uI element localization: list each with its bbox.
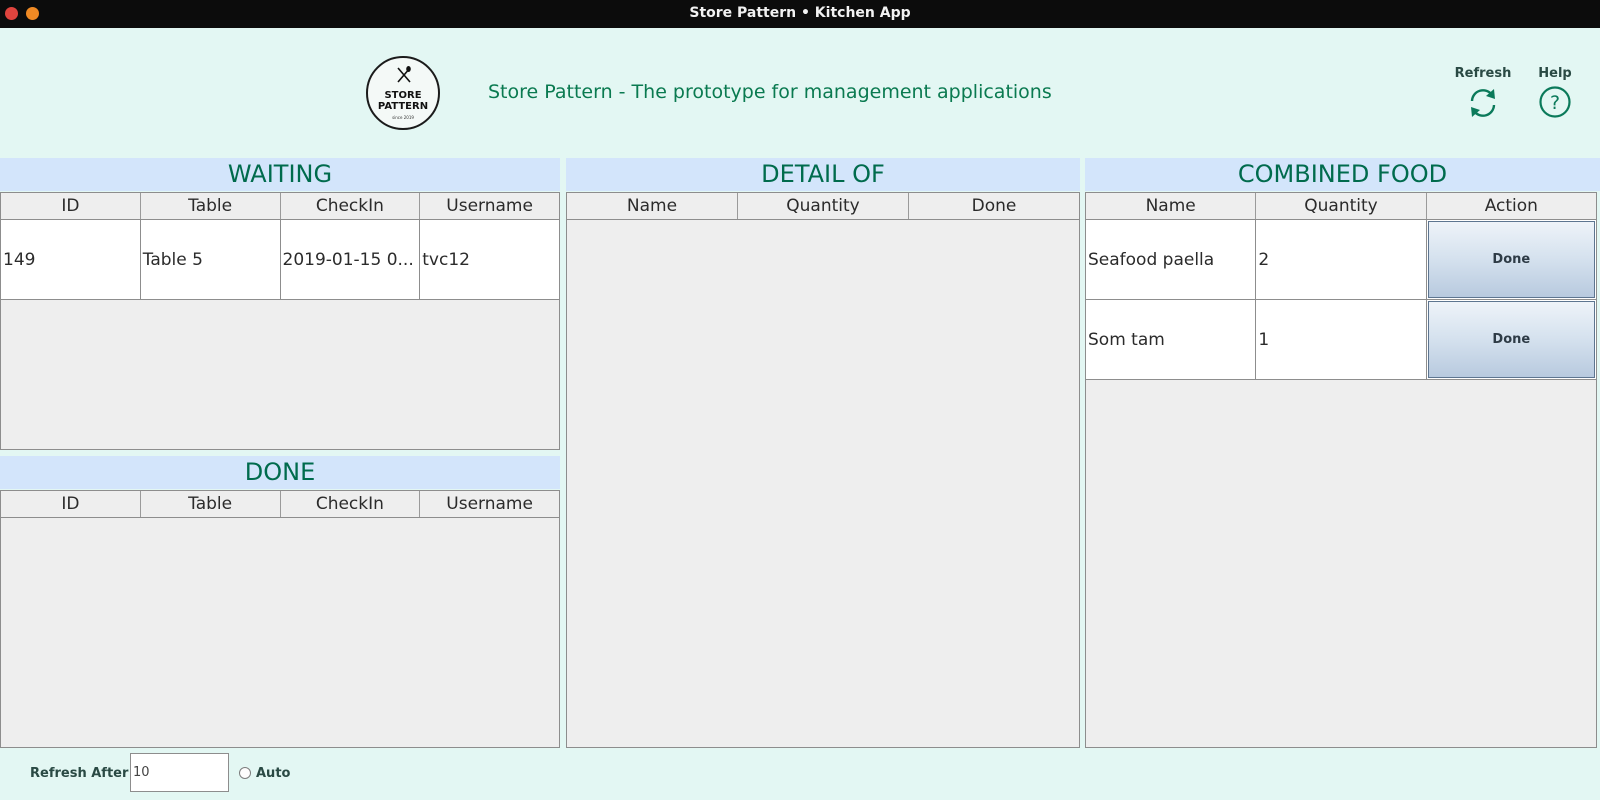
waiting-title: WAITING bbox=[0, 158, 560, 191]
cell-checkin: 2019-01-15 0... bbox=[281, 220, 421, 299]
window-titlebar: Store Pattern • Kitchen App bbox=[0, 0, 1600, 28]
svg-text:?: ? bbox=[1550, 92, 1560, 114]
help-icon: ? bbox=[1539, 86, 1571, 118]
store-logo: STORE PATTERN since 2019 bbox=[366, 56, 440, 130]
cell-action: Done bbox=[1427, 220, 1596, 299]
help-button[interactable]: Help ? bbox=[1525, 66, 1585, 123]
window-title: Store Pattern • Kitchen App bbox=[689, 5, 911, 21]
combined-food-table-header: Name Quantity Action bbox=[1086, 193, 1596, 220]
cell-action: Done bbox=[1427, 300, 1596, 379]
cell-name: Som tam bbox=[1086, 300, 1257, 379]
column-header-username[interactable]: Username bbox=[420, 193, 559, 219]
auto-radio[interactable] bbox=[239, 767, 251, 779]
app-headline: Store Pattern - The prototype for manage… bbox=[488, 81, 1052, 103]
done-table-header: ID Table CheckIn Username bbox=[1, 491, 559, 518]
done-title: DONE bbox=[0, 456, 560, 489]
column-header-name[interactable]: Name bbox=[567, 193, 738, 219]
cell-username: tvc12 bbox=[422, 250, 470, 270]
table-row[interactable]: 149 Table 5 2019-01-15 0... tvc12 bbox=[1, 220, 559, 300]
cell-table: Table 5 bbox=[141, 220, 281, 299]
help-label: Help bbox=[1538, 66, 1572, 81]
combined-food-table: Name Quantity Action Seafood paella 2 Do… bbox=[1085, 192, 1597, 748]
column-header-action[interactable]: Action bbox=[1426, 193, 1596, 219]
logo-text-pattern: PATTERN bbox=[377, 101, 429, 112]
auto-label[interactable]: Auto bbox=[256, 766, 290, 781]
logo-since: since 2019 bbox=[392, 115, 414, 120]
combined-food-title: COMBINED FOOD bbox=[1085, 158, 1600, 191]
detail-table: Name Quantity Done bbox=[566, 192, 1080, 748]
done-table: ID Table CheckIn Username bbox=[0, 490, 560, 748]
cell-quantity: 1 bbox=[1256, 300, 1427, 379]
column-header-quantity[interactable]: Quantity bbox=[738, 193, 909, 219]
cell-id: 149 bbox=[1, 220, 141, 299]
refresh-after-label: Refresh After bbox=[30, 766, 129, 781]
fork-knife-icon bbox=[397, 66, 411, 83]
cell-quantity: 2 bbox=[1256, 220, 1427, 299]
refresh-after-input[interactable] bbox=[130, 753, 229, 792]
detail-table-header: Name Quantity Done bbox=[567, 193, 1079, 220]
waiting-table-header: ID Table CheckIn Username bbox=[1, 193, 559, 220]
refresh-button[interactable]: Refresh bbox=[1453, 66, 1513, 125]
waiting-table: ID Table CheckIn Username 149 Table 5 20… bbox=[0, 192, 560, 450]
column-header-checkin[interactable]: CheckIn bbox=[280, 491, 421, 517]
refresh-label: Refresh bbox=[1454, 66, 1512, 81]
column-header-name[interactable]: Name bbox=[1086, 193, 1257, 219]
column-header-id[interactable]: ID bbox=[1, 193, 141, 219]
done-button[interactable]: Done bbox=[1427, 301, 1595, 378]
detail-title: DETAIL OF bbox=[566, 158, 1080, 191]
column-header-table[interactable]: Table bbox=[140, 491, 281, 517]
refresh-icon bbox=[1470, 89, 1496, 117]
column-header-checkin[interactable]: CheckIn bbox=[280, 193, 421, 219]
column-header-done[interactable]: Done bbox=[909, 193, 1079, 219]
cell-name: Seafood paella bbox=[1086, 220, 1257, 299]
table-row[interactable]: Som tam 1 Done bbox=[1086, 300, 1596, 380]
table-row[interactable]: Seafood paella 2 Done bbox=[1086, 220, 1596, 300]
column-header-username[interactable]: Username bbox=[420, 491, 559, 517]
column-header-table[interactable]: Table bbox=[140, 193, 281, 219]
column-header-id[interactable]: ID bbox=[1, 491, 141, 517]
column-header-quantity[interactable]: Quantity bbox=[1256, 193, 1427, 219]
logo-text-store: STORE bbox=[384, 90, 422, 101]
done-button[interactable]: Done bbox=[1427, 221, 1595, 298]
